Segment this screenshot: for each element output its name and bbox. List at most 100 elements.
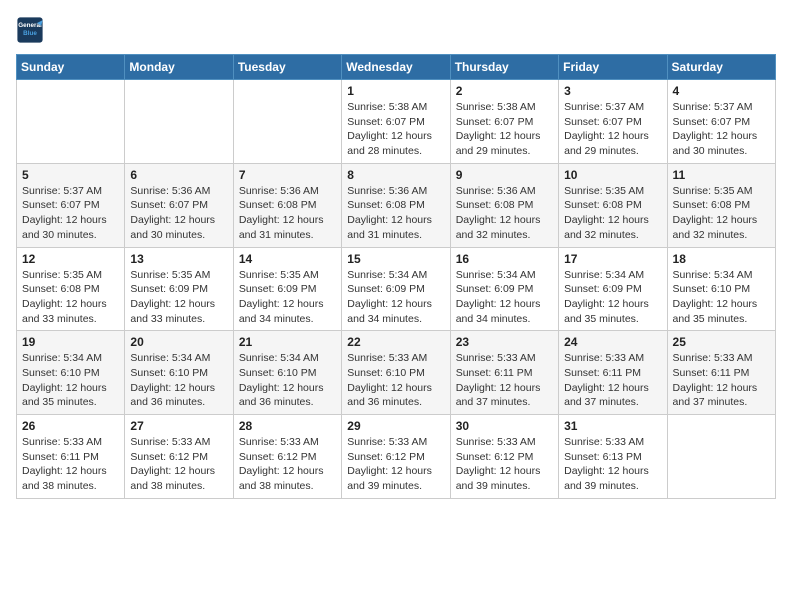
day-info: Sunrise: 5:34 AM Sunset: 6:09 PM Dayligh… <box>347 268 444 327</box>
day-number: 25 <box>673 335 770 349</box>
day-number: 15 <box>347 252 444 266</box>
day-info: Sunrise: 5:34 AM Sunset: 6:10 PM Dayligh… <box>239 351 336 410</box>
day-info: Sunrise: 5:38 AM Sunset: 6:07 PM Dayligh… <box>456 100 553 159</box>
day-number: 16 <box>456 252 553 266</box>
logo-icon: General Blue <box>16 16 44 44</box>
calendar-cell: 23 Sunrise: 5:33 AM Sunset: 6:11 PM Dayli… <box>450 331 558 415</box>
calendar-cell: 18 Sunrise: 5:34 AM Sunset: 6:10 PM Dayli… <box>667 247 775 331</box>
calendar-cell: 15 Sunrise: 5:34 AM Sunset: 6:09 PM Dayli… <box>342 247 450 331</box>
calendar-cell: 28 Sunrise: 5:33 AM Sunset: 6:12 PM Dayli… <box>233 415 341 499</box>
calendar-week-row: 12Sunrise: 5:35 AM Sunset: 6:08 PM Dayli… <box>17 247 776 331</box>
calendar-cell: 13 Sunrise: 5:35 AM Sunset: 6:09 PM Dayli… <box>125 247 233 331</box>
calendar-cell: 2Sunrise: 5:38 AM Sunset: 6:07 PM Daylig… <box>450 80 558 164</box>
calendar-cell: 20Sunrise: 5:34 AM Sunset: 6:10 PM Dayli… <box>125 331 233 415</box>
day-info: Sunrise: 5:33 AM Sunset: 6:13 PM Dayligh… <box>564 435 661 494</box>
calendar-cell: 24Sunrise: 5:33 AM Sunset: 6:11 PM Dayli… <box>559 331 667 415</box>
calendar-cell: 1 Sunrise: 5:38 AM Sunset: 6:07 PM Daylig… <box>342 80 450 164</box>
calendar-week-row: 5Sunrise: 5:37 AM Sunset: 6:07 PM Daylig… <box>17 163 776 247</box>
logo: General Blue <box>16 16 48 44</box>
calendar-cell: 11 Sunrise: 5:35 AM Sunset: 6:08 PM Dayli… <box>667 163 775 247</box>
calendar-cell: 12Sunrise: 5:35 AM Sunset: 6:08 PM Dayli… <box>17 247 125 331</box>
calendar-table: SundayMondayTuesdayWednesdayThursdayFrid… <box>16 54 776 499</box>
calendar-cell <box>233 80 341 164</box>
calendar-cell <box>667 415 775 499</box>
day-info: Sunrise: 5:37 AM Sunset: 6:07 PM Dayligh… <box>673 100 770 159</box>
day-info: Sunrise: 5:34 AM Sunset: 6:10 PM Dayligh… <box>673 268 770 327</box>
day-info: Sunrise: 5:35 AM Sunset: 6:08 PM Dayligh… <box>22 268 119 327</box>
day-info: Sunrise: 5:34 AM Sunset: 6:09 PM Dayligh… <box>456 268 553 327</box>
calendar-week-row: 19 Sunrise: 5:34 AM Sunset: 6:10 PM Dayli… <box>17 331 776 415</box>
calendar-cell: 31 Sunrise: 5:33 AM Sunset: 6:13 PM Dayli… <box>559 415 667 499</box>
day-number: 28 <box>239 419 336 433</box>
day-info: Sunrise: 5:36 AM Sunset: 6:07 PM Dayligh… <box>130 184 227 243</box>
calendar-cell: 10Sunrise: 5:35 AM Sunset: 6:08 PM Dayli… <box>559 163 667 247</box>
day-info: Sunrise: 5:33 AM Sunset: 6:11 PM Dayligh… <box>673 351 770 410</box>
day-number: 13 <box>130 252 227 266</box>
day-number: 3 <box>564 84 661 98</box>
day-info: Sunrise: 5:34 AM Sunset: 6:10 PM Dayligh… <box>22 351 119 410</box>
weekday-header: Sunday <box>17 55 125 80</box>
calendar-cell: 27Sunrise: 5:33 AM Sunset: 6:12 PM Dayli… <box>125 415 233 499</box>
day-number: 11 <box>673 168 770 182</box>
day-number: 10 <box>564 168 661 182</box>
day-info: Sunrise: 5:33 AM Sunset: 6:12 PM Dayligh… <box>347 435 444 494</box>
day-number: 20 <box>130 335 227 349</box>
day-info: Sunrise: 5:33 AM Sunset: 6:12 PM Dayligh… <box>456 435 553 494</box>
day-number: 30 <box>456 419 553 433</box>
day-info: Sunrise: 5:33 AM Sunset: 6:11 PM Dayligh… <box>564 351 661 410</box>
svg-text:Blue: Blue <box>23 30 37 37</box>
calendar-cell: 9 Sunrise: 5:36 AM Sunset: 6:08 PM Daylig… <box>450 163 558 247</box>
calendar-cell: 25 Sunrise: 5:33 AM Sunset: 6:11 PM Dayli… <box>667 331 775 415</box>
calendar-cell: 19 Sunrise: 5:34 AM Sunset: 6:10 PM Dayli… <box>17 331 125 415</box>
calendar-cell: 29Sunrise: 5:33 AM Sunset: 6:12 PM Dayli… <box>342 415 450 499</box>
calendar-cell: 6 Sunrise: 5:36 AM Sunset: 6:07 PM Daylig… <box>125 163 233 247</box>
calendar-cell: 16 Sunrise: 5:34 AM Sunset: 6:09 PM Dayli… <box>450 247 558 331</box>
day-number: 6 <box>130 168 227 182</box>
day-info: Sunrise: 5:36 AM Sunset: 6:08 PM Dayligh… <box>347 184 444 243</box>
day-number: 1 <box>347 84 444 98</box>
day-number: 23 <box>456 335 553 349</box>
calendar-week-row: 26 Sunrise: 5:33 AM Sunset: 6:11 PM Dayli… <box>17 415 776 499</box>
weekday-header: Wednesday <box>342 55 450 80</box>
day-info: Sunrise: 5:35 AM Sunset: 6:08 PM Dayligh… <box>673 184 770 243</box>
day-info: Sunrise: 5:35 AM Sunset: 6:09 PM Dayligh… <box>239 268 336 327</box>
day-info: Sunrise: 5:36 AM Sunset: 6:08 PM Dayligh… <box>239 184 336 243</box>
day-info: Sunrise: 5:37 AM Sunset: 6:07 PM Dayligh… <box>564 100 661 159</box>
day-info: Sunrise: 5:33 AM Sunset: 6:11 PM Dayligh… <box>22 435 119 494</box>
day-number: 17 <box>564 252 661 266</box>
calendar-week-row: 1 Sunrise: 5:38 AM Sunset: 6:07 PM Daylig… <box>17 80 776 164</box>
weekday-header: Friday <box>559 55 667 80</box>
weekday-header: Thursday <box>450 55 558 80</box>
page-header: General Blue <box>16 16 776 44</box>
calendar-cell <box>17 80 125 164</box>
calendar-cell: 21 Sunrise: 5:34 AM Sunset: 6:10 PM Dayli… <box>233 331 341 415</box>
day-number: 22 <box>347 335 444 349</box>
day-info: Sunrise: 5:33 AM Sunset: 6:10 PM Dayligh… <box>347 351 444 410</box>
day-number: 8 <box>347 168 444 182</box>
weekday-header-row: SundayMondayTuesdayWednesdayThursdayFrid… <box>17 55 776 80</box>
calendar-cell: 30 Sunrise: 5:33 AM Sunset: 6:12 PM Dayli… <box>450 415 558 499</box>
day-number: 4 <box>673 84 770 98</box>
day-number: 21 <box>239 335 336 349</box>
calendar-cell: 14 Sunrise: 5:35 AM Sunset: 6:09 PM Dayli… <box>233 247 341 331</box>
day-info: Sunrise: 5:38 AM Sunset: 6:07 PM Dayligh… <box>347 100 444 159</box>
day-info: Sunrise: 5:36 AM Sunset: 6:08 PM Dayligh… <box>456 184 553 243</box>
day-number: 14 <box>239 252 336 266</box>
calendar-cell: 3 Sunrise: 5:37 AM Sunset: 6:07 PM Daylig… <box>559 80 667 164</box>
day-number: 19 <box>22 335 119 349</box>
day-number: 9 <box>456 168 553 182</box>
day-number: 26 <box>22 419 119 433</box>
weekday-header: Saturday <box>667 55 775 80</box>
calendar-cell: 17Sunrise: 5:34 AM Sunset: 6:09 PM Dayli… <box>559 247 667 331</box>
day-number: 18 <box>673 252 770 266</box>
calendar-cell: 7 Sunrise: 5:36 AM Sunset: 6:08 PM Daylig… <box>233 163 341 247</box>
day-info: Sunrise: 5:33 AM Sunset: 6:11 PM Dayligh… <box>456 351 553 410</box>
day-number: 7 <box>239 168 336 182</box>
day-info: Sunrise: 5:33 AM Sunset: 6:12 PM Dayligh… <box>239 435 336 494</box>
calendar-cell: 8 Sunrise: 5:36 AM Sunset: 6:08 PM Daylig… <box>342 163 450 247</box>
day-info: Sunrise: 5:37 AM Sunset: 6:07 PM Dayligh… <box>22 184 119 243</box>
day-number: 31 <box>564 419 661 433</box>
day-info: Sunrise: 5:35 AM Sunset: 6:09 PM Dayligh… <box>130 268 227 327</box>
calendar-cell: 4 Sunrise: 5:37 AM Sunset: 6:07 PM Daylig… <box>667 80 775 164</box>
day-number: 27 <box>130 419 227 433</box>
